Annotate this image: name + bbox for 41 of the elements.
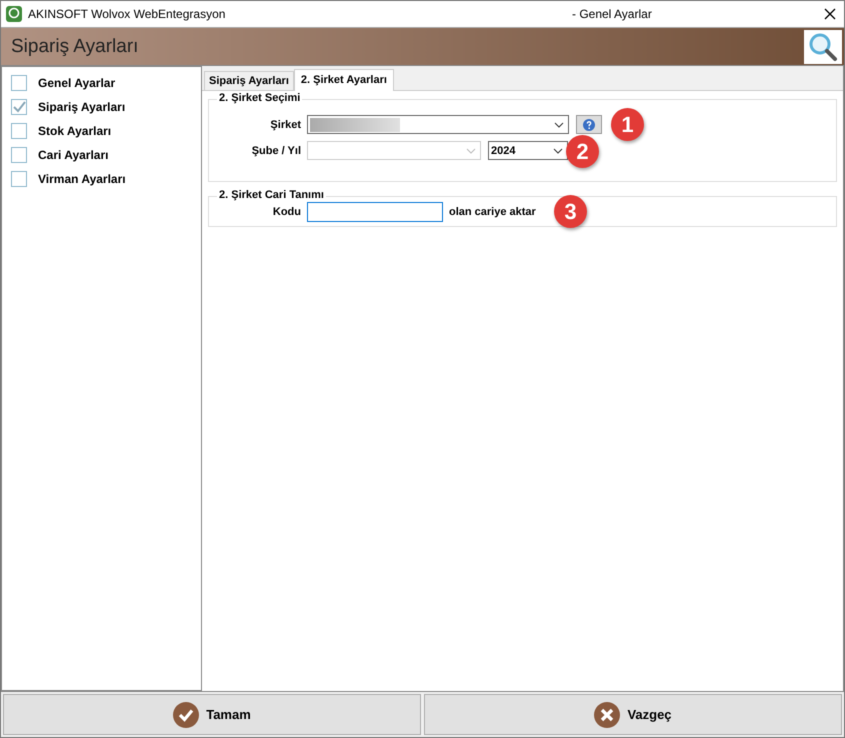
group-title: 2. Şirket Seçimi: [217, 92, 302, 104]
chevron-icon: [553, 148, 563, 154]
sidebar-item[interactable]: Stok Ayarları: [2, 119, 201, 143]
code-input[interactable]: [307, 202, 443, 222]
number-badge: 3: [554, 195, 587, 228]
window-title: - Genel Ayarlar: [571, 7, 653, 21]
app-logo-icon: [6, 6, 22, 22]
branch-dropdown[interactable]: [307, 141, 481, 160]
search-icon: [808, 32, 838, 62]
field-label: Şirket: [269, 118, 301, 130]
sidebar-item[interactable]: Cari Ayarları: [2, 143, 201, 167]
close-icon[interactable]: [824, 8, 836, 20]
year-dropdown[interactable]: 2024: [488, 141, 568, 160]
tab[interactable]: 2. Şirket Ayarları: [294, 69, 394, 91]
chevron-icon: [554, 122, 564, 128]
field-label: Kodu: [272, 206, 301, 218]
field-label: olan cariye aktar: [449, 206, 536, 218]
number-badge: 2: [566, 135, 599, 168]
help-button[interactable]: [576, 115, 602, 134]
page-title: Sipariş Ayarları: [11, 36, 138, 58]
chevron-icon: [466, 148, 476, 154]
checkbox[interactable]: [11, 123, 27, 139]
cross-icon: [594, 702, 620, 728]
checkbox[interactable]: [11, 99, 27, 115]
sidebar-item[interactable]: Sipariş Ayarları: [2, 95, 201, 119]
checkbox[interactable]: [11, 147, 27, 163]
number-badge: 1: [611, 108, 644, 141]
checkbox[interactable]: [11, 75, 27, 91]
ok-button[interactable]: Tamam: [3, 694, 421, 735]
company-dropdown[interactable]: [307, 115, 569, 134]
search-button[interactable]: [804, 30, 842, 64]
tab[interactable]: Sipariş Ayarları: [204, 71, 294, 90]
check-icon: [173, 702, 200, 728]
field-label: Şube / Yıl: [250, 144, 301, 156]
sidebar-item[interactable]: Virman Ayarları: [2, 167, 201, 191]
app-title: AKINSOFT Wolvox WebEntegrasyon: [28, 7, 226, 21]
checkbox[interactable]: [11, 171, 27, 187]
cancel-button[interactable]: Vazgeç: [424, 694, 842, 735]
group-title: 2. Şirket Cari Tanımı: [217, 189, 326, 201]
sidebar-item[interactable]: Genel Ayarlar: [2, 71, 201, 95]
question-icon: [583, 118, 595, 130]
